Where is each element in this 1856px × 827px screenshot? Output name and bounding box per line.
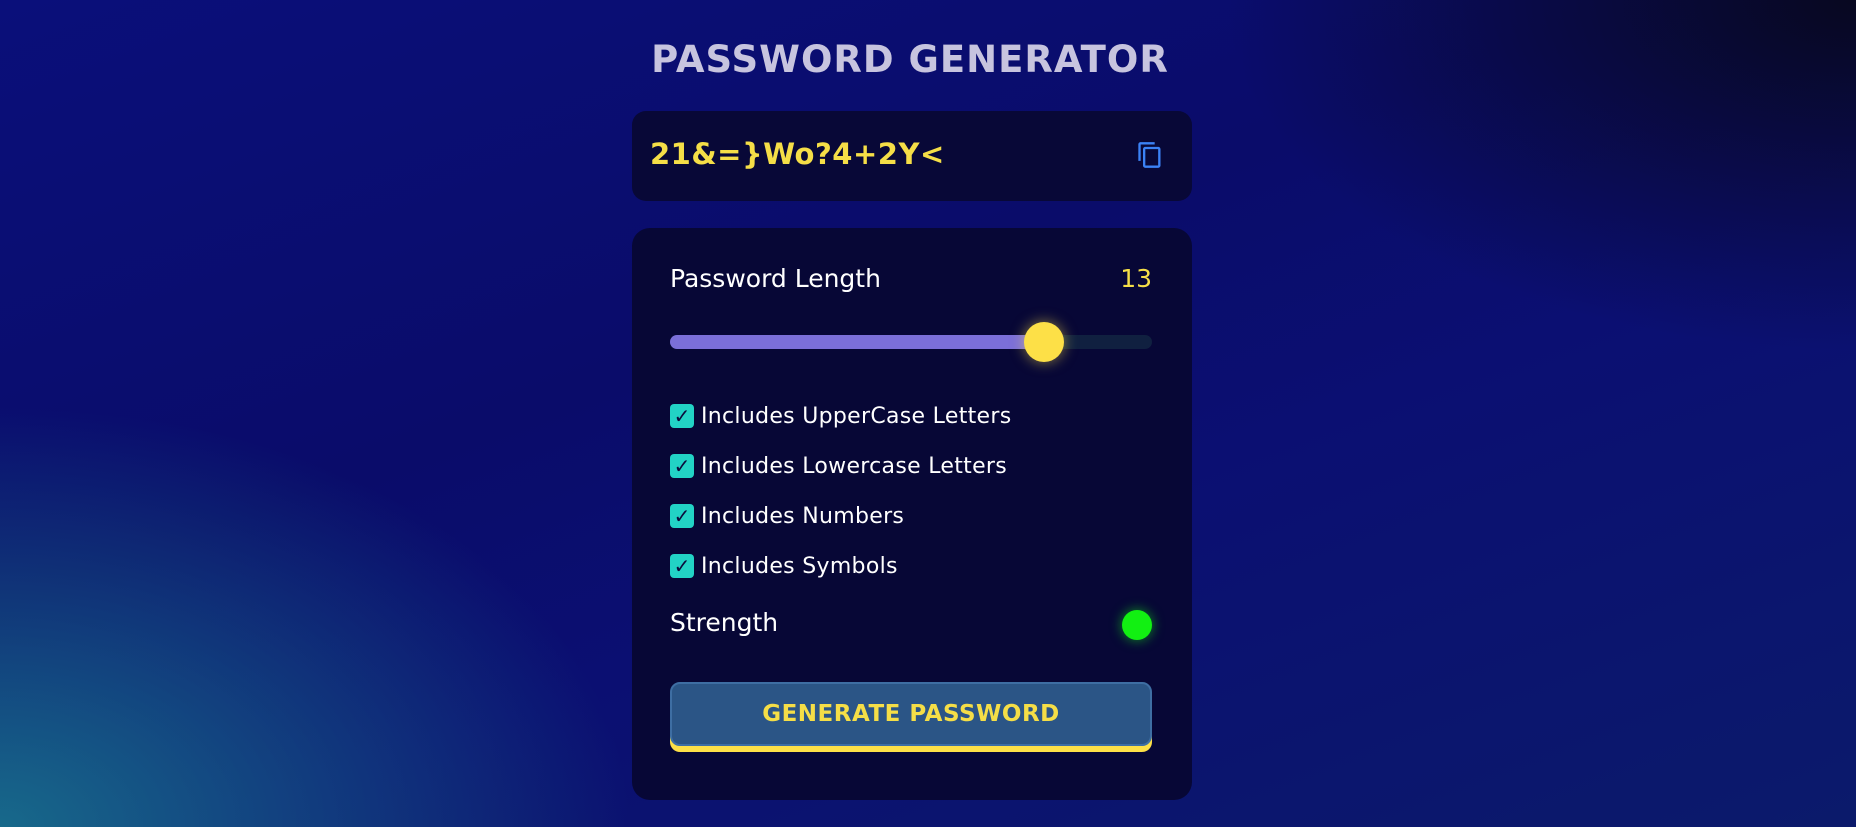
option-symbols-label: Includes Symbols (701, 553, 898, 579)
password-display: 21&=}Wo?4+2Y< (632, 111, 1192, 201)
settings-card: Password Length 13 ✓ Includes UpperCase … (632, 228, 1192, 800)
slider-thumb[interactable] (1023, 322, 1064, 362)
password-text: 21&=}Wo?4+2Y< (650, 137, 945, 171)
strength-label: Strength (670, 608, 779, 637)
checkbox-lowercase[interactable]: ✓ (670, 454, 694, 478)
checkbox-symbols[interactable]: ✓ (670, 554, 694, 578)
slider-fill (670, 335, 1044, 349)
strength-indicator (1122, 610, 1152, 640)
length-slider[interactable] (670, 322, 1152, 362)
copy-icon-graphic (1138, 142, 1161, 168)
option-uppercase[interactable]: ✓ Includes UpperCase Letters (670, 403, 1011, 429)
checkbox-uppercase[interactable]: ✓ (670, 404, 694, 428)
length-label: Password Length (670, 264, 881, 293)
generate-password-button[interactable]: GENERATE PASSWORD (670, 682, 1152, 746)
page-title: PASSWORD GENERATOR (651, 38, 1169, 81)
checkbox-numbers[interactable]: ✓ (670, 504, 694, 528)
option-numbers[interactable]: ✓ Includes Numbers (670, 503, 904, 529)
option-lowercase-label: Includes Lowercase Letters (701, 453, 1008, 479)
option-symbols[interactable]: ✓ Includes Symbols (670, 553, 898, 579)
length-value: 13 (1120, 264, 1152, 293)
option-numbers-label: Includes Numbers (701, 503, 905, 529)
option-uppercase-label: Includes UpperCase Letters (701, 403, 1012, 429)
option-lowercase[interactable]: ✓ Includes Lowercase Letters (670, 453, 1007, 479)
copy-icon[interactable] (1136, 141, 1164, 169)
